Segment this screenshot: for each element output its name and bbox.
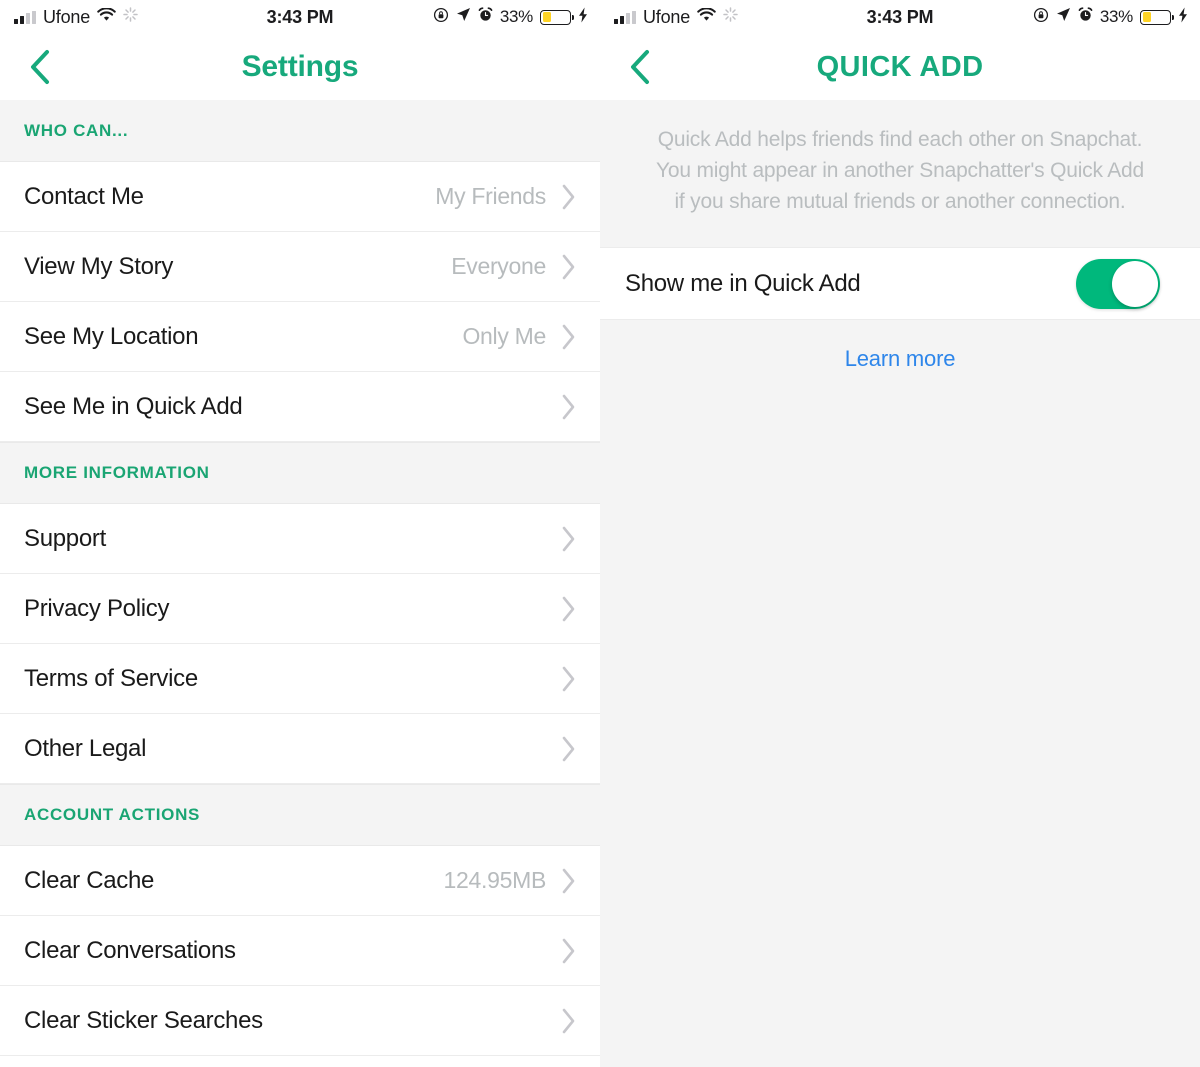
alarm-clock-icon bbox=[1078, 7, 1093, 27]
page-title-quick-add: QUICK ADD bbox=[816, 50, 984, 83]
battery-percent-label: 33% bbox=[499, 7, 533, 26]
clock-time: 3:43 PM bbox=[266, 6, 334, 27]
toggle-knob bbox=[1112, 260, 1158, 307]
chevron-right-icon bbox=[562, 184, 575, 209]
chevron-right-icon bbox=[562, 596, 575, 621]
back-button-quick-add[interactable] bbox=[620, 47, 660, 87]
settings-row-privacy-policy[interactable]: Privacy Policy bbox=[0, 574, 600, 644]
row-label: View My Story bbox=[24, 252, 174, 280]
settings-row-see-my-location[interactable]: See My Location Only Me bbox=[0, 302, 600, 372]
chevron-right-icon bbox=[562, 526, 575, 551]
dual-screenshot-container: Ufone 3:43 PM 33% Settings WHO CAN... Co… bbox=[0, 0, 1200, 1067]
quick-add-description: Quick Add helps friends find each other … bbox=[600, 100, 1200, 247]
row-label: Support bbox=[24, 524, 106, 552]
chevron-right-icon bbox=[562, 254, 575, 279]
row-label: Privacy Policy bbox=[24, 594, 170, 622]
signal-bars-icon bbox=[614, 10, 636, 24]
row-value: 124.95MB bbox=[443, 867, 547, 893]
settings-row-clear-cache[interactable]: Clear Cache 124.95MB bbox=[0, 846, 600, 916]
status-bar-right: Ufone 3:43 PM 33% bbox=[600, 0, 1200, 34]
status-bar-left-group: Ufone bbox=[14, 7, 138, 28]
battery-icon bbox=[1140, 9, 1174, 25]
row-right-group bbox=[546, 392, 578, 422]
wifi-icon bbox=[97, 6, 116, 27]
learn-more-container: Learn more bbox=[600, 320, 1200, 372]
status-bar-left: Ufone 3:43 PM 33% bbox=[0, 0, 600, 34]
settings-row-see-me-in-quick-add[interactable]: See Me in Quick Add bbox=[0, 372, 600, 442]
quick-add-navbar: QUICK ADD bbox=[600, 34, 1200, 100]
chevron-right-icon bbox=[562, 394, 575, 419]
chevron-right-icon bbox=[562, 868, 575, 893]
row-label: Terms of Service bbox=[24, 664, 198, 692]
settings-screen: Ufone 3:43 PM 33% Settings WHO CAN... Co… bbox=[0, 0, 600, 1067]
settings-navbar: Settings bbox=[0, 34, 600, 100]
show-me-in-quick-add-toggle[interactable] bbox=[1076, 258, 1160, 309]
row-label: See My Location bbox=[24, 322, 199, 350]
alarm-clock-icon bbox=[478, 7, 493, 27]
quick-add-empty-space bbox=[600, 372, 1200, 1067]
section-header-who-can: WHO CAN... bbox=[0, 100, 600, 162]
row-label: Clear Sticker Searches bbox=[24, 1006, 263, 1034]
chevron-right-icon bbox=[562, 666, 575, 691]
clock-time: 3:43 PM bbox=[866, 6, 934, 27]
settings-row-clear-conversations[interactable]: Clear Conversations bbox=[0, 916, 600, 986]
row-label: Contact Me bbox=[24, 182, 144, 210]
charging-bolt-icon bbox=[578, 7, 588, 28]
quick-add-screen: Ufone 3:43 PM 33% QUICK ADD Quick Add he… bbox=[600, 0, 1200, 1067]
row-right-group bbox=[546, 936, 578, 966]
page-title-settings: Settings bbox=[241, 50, 359, 83]
row-value: My Friends bbox=[435, 183, 546, 209]
section-header-more-information: MORE INFORMATION bbox=[0, 442, 600, 504]
status-bar-right-group: 33% bbox=[433, 7, 588, 28]
settings-row-clear-sticker-searches[interactable]: Clear Sticker Searches bbox=[0, 986, 600, 1056]
chevron-right-icon bbox=[562, 938, 575, 963]
settings-row-view-my-story[interactable]: View My Story Everyone bbox=[0, 232, 600, 302]
settings-row-support[interactable]: Support bbox=[0, 504, 600, 574]
chevron-right-icon bbox=[562, 1008, 575, 1033]
settings-row-contact-me[interactable]: Contact Me My Friends bbox=[0, 162, 600, 232]
status-bar-left-group: Ufone bbox=[614, 7, 738, 28]
back-button-settings[interactable] bbox=[20, 47, 60, 87]
activity-spinner-icon bbox=[123, 7, 138, 27]
location-arrow-icon bbox=[1056, 7, 1071, 27]
settings-row-other-legal[interactable]: Other Legal bbox=[0, 714, 600, 784]
row-right-group bbox=[546, 524, 578, 554]
chevron-right-icon bbox=[562, 324, 575, 349]
row-label: Clear Conversations bbox=[24, 936, 236, 964]
carrier-name: Ufone bbox=[643, 6, 691, 27]
settings-row-terms-of-service[interactable]: Terms of Service bbox=[0, 644, 600, 714]
row-right-group: My Friends bbox=[435, 182, 578, 212]
location-arrow-icon bbox=[456, 7, 471, 27]
settings-row-partial-cutoff bbox=[0, 1056, 600, 1067]
section-header-account-actions: ACCOUNT ACTIONS bbox=[0, 784, 600, 846]
row-right-group: 124.95MB bbox=[444, 866, 578, 896]
signal-bars-icon bbox=[14, 10, 36, 24]
status-bar-right-group: 33% bbox=[1033, 7, 1188, 28]
row-label: Other Legal bbox=[24, 734, 147, 762]
chevron-right-icon bbox=[562, 736, 575, 761]
row-right-group: Everyone bbox=[451, 252, 578, 282]
row-right-group bbox=[546, 1006, 578, 1036]
activity-spinner-icon bbox=[723, 7, 738, 27]
row-right-group bbox=[546, 594, 578, 624]
rotation-lock-icon bbox=[1033, 7, 1049, 28]
row-right-group bbox=[546, 734, 578, 764]
carrier-name: Ufone bbox=[43, 6, 91, 27]
wifi-icon bbox=[697, 6, 716, 27]
battery-icon bbox=[540, 9, 574, 25]
rotation-lock-icon bbox=[433, 7, 449, 28]
quick-add-body: QUICK ADD Quick Add helps friends find e… bbox=[600, 34, 1200, 1067]
row-right-group bbox=[546, 664, 578, 694]
learn-more-link[interactable]: Learn more bbox=[845, 346, 956, 371]
battery-percent-label: 33% bbox=[1099, 7, 1133, 26]
row-label: Clear Cache bbox=[24, 866, 155, 894]
show-me-in-quick-add-row[interactable]: Show me in Quick Add bbox=[600, 247, 1200, 320]
row-label: See Me in Quick Add bbox=[24, 392, 243, 420]
show-me-in-quick-add-label: Show me in Quick Add bbox=[625, 269, 861, 297]
row-value: Only Me bbox=[462, 323, 546, 349]
row-value: Everyone bbox=[451, 253, 546, 279]
row-right-group: Only Me bbox=[462, 322, 578, 352]
charging-bolt-icon bbox=[1178, 7, 1188, 28]
